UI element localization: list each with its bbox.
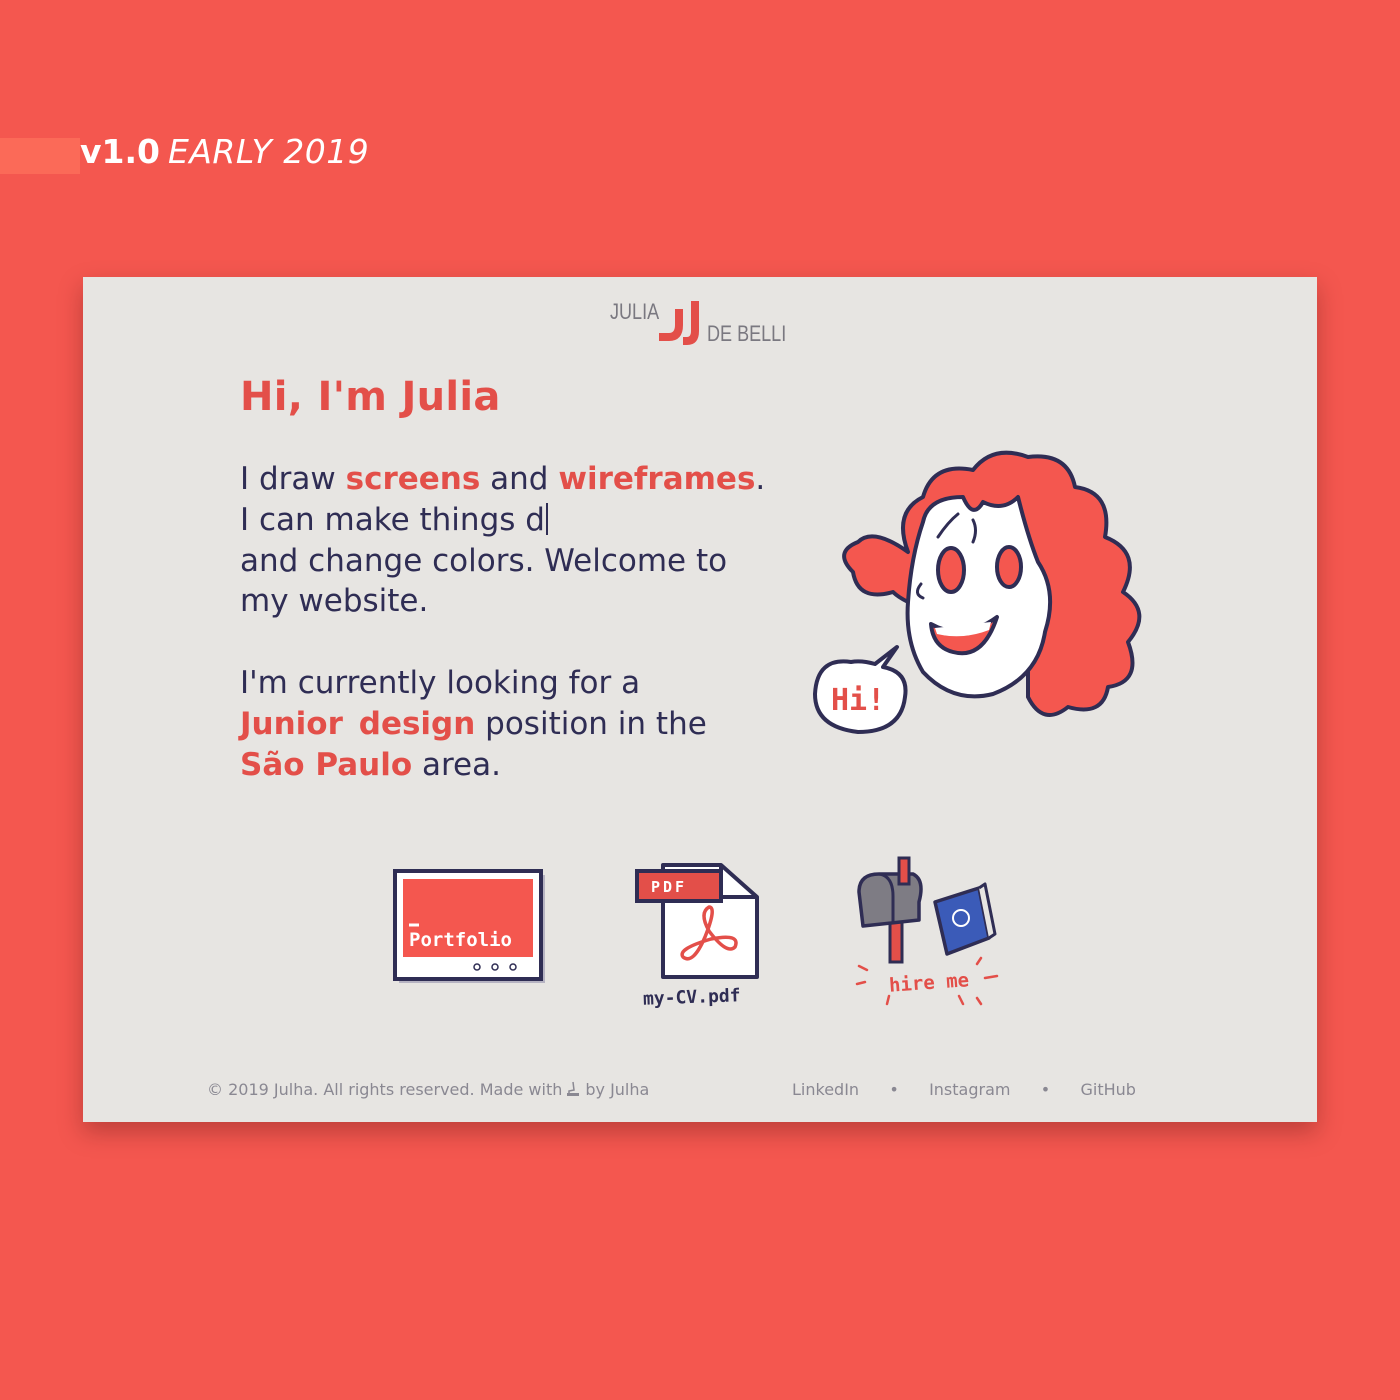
portfolio-button[interactable]: Portfolio bbox=[393, 869, 547, 991]
copyright-end: by Julha bbox=[585, 1080, 650, 1099]
made-with-icon bbox=[567, 1081, 580, 1096]
logo-mark-icon bbox=[659, 301, 699, 345]
intro-text: and bbox=[480, 461, 559, 497]
intro-text: . bbox=[755, 461, 766, 497]
passport-icon bbox=[933, 886, 991, 956]
speech-bubble: Hi! bbox=[813, 645, 908, 734]
intro-paragraph: I draw screens and wireframes. I can mak… bbox=[240, 459, 820, 622]
github-link[interactable]: GitHub bbox=[1080, 1080, 1135, 1099]
intro-text: and change colors. Welcome to bbox=[240, 542, 728, 579]
version-date: EARLY 2019 bbox=[167, 132, 370, 171]
intro-text: I draw bbox=[240, 461, 346, 497]
version-number: v1.0 bbox=[80, 132, 160, 171]
highlight-design: design bbox=[358, 705, 476, 742]
linkedin-link[interactable]: LinkedIn bbox=[792, 1080, 859, 1099]
speech-bubble-text: Hi! bbox=[831, 683, 885, 718]
site-logo[interactable]: JULIA DE BELLI bbox=[610, 299, 790, 347]
avatar-illustration: Hi! bbox=[813, 450, 1142, 734]
logo-first-name: JULIA bbox=[610, 299, 660, 324]
portfolio-window-icon bbox=[393, 869, 545, 983]
logo-last-name: DE BELLI bbox=[707, 321, 787, 346]
link-separator: • bbox=[1040, 1080, 1051, 1099]
social-links: LinkedIn • Instagram • GitHub bbox=[792, 1080, 1136, 1099]
left-eye-icon bbox=[936, 546, 966, 594]
portfolio-label: Portfolio bbox=[409, 929, 512, 951]
highlight-wireframes: wireframes bbox=[558, 461, 756, 497]
copyright-start: © 2019 Julha. All rights reserved. Made … bbox=[207, 1080, 563, 1099]
typing-text: I can make things d bbox=[240, 501, 545, 538]
cv-filename: my-CV.pdf bbox=[642, 985, 741, 1010]
pdf-badge: PDF bbox=[651, 878, 688, 896]
website-screenshot: JULIA DE BELLI Hi, I'm Julia I draw scre… bbox=[83, 277, 1317, 1122]
job-text: area. bbox=[412, 746, 501, 783]
copyright-text: © 2019 Julha. All rights reserved. Made … bbox=[207, 1080, 649, 1099]
job-text: I'm currently looking for a bbox=[240, 665, 641, 701]
intro-text: my website. bbox=[240, 583, 429, 620]
job-paragraph: I'm currently looking for a Junior desig… bbox=[240, 663, 820, 785]
highlight-screens: screens bbox=[345, 461, 481, 497]
highlight-city: São Paulo bbox=[240, 746, 413, 783]
site-footer: © 2019 Julha. All rights reserved. Made … bbox=[83, 1080, 1317, 1104]
version-text: v1.0 EARLY 2019 bbox=[80, 132, 369, 172]
hire-me-button[interactable]: hire me bbox=[853, 854, 1003, 1018]
highlight-junior: Junior bbox=[240, 705, 343, 742]
hero-title: Hi, I'm Julia bbox=[240, 374, 501, 420]
instagram-link[interactable]: Instagram bbox=[929, 1080, 1010, 1099]
version-strip bbox=[0, 138, 80, 174]
job-text: position in the bbox=[475, 705, 707, 742]
cv-download-button[interactable]: PDF my-CV.pdf bbox=[631, 861, 761, 1010]
link-separator: • bbox=[889, 1080, 899, 1099]
right-eye-icon bbox=[995, 545, 1023, 589]
text-caret bbox=[545, 502, 548, 535]
